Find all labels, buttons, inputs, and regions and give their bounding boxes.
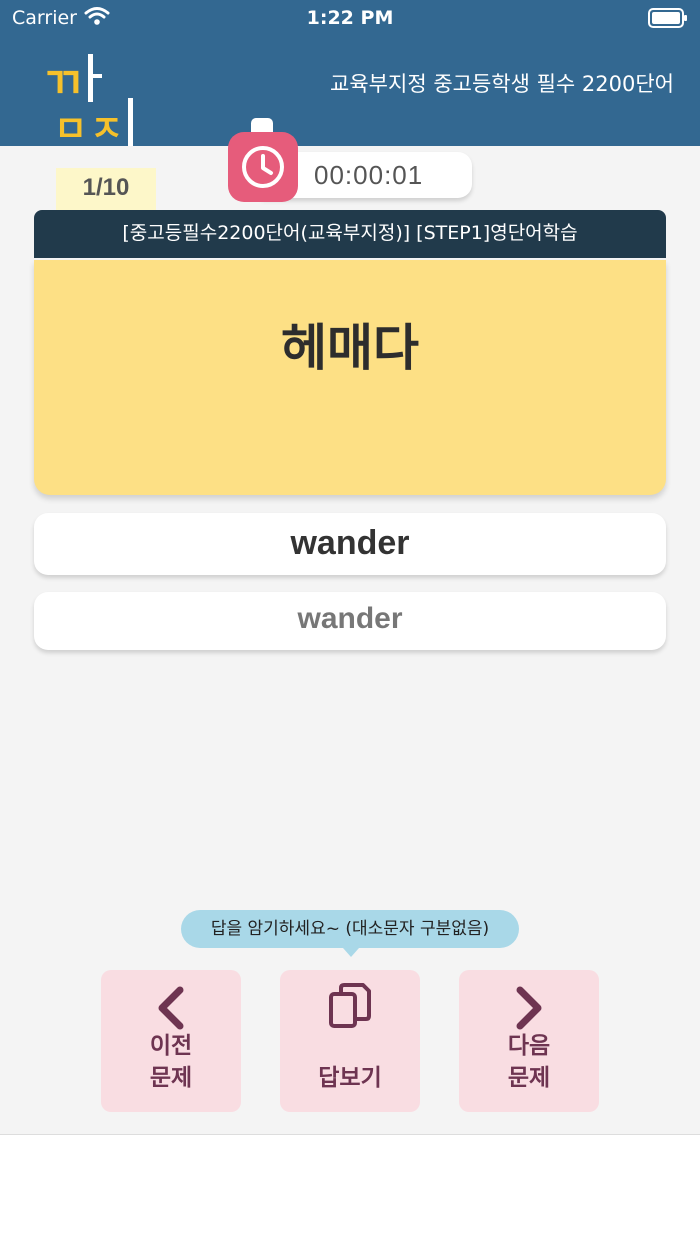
question-card: 헤매다	[34, 260, 666, 495]
prev-question-label: 이전 문제	[149, 1033, 193, 1091]
timer-value: 00:00:01	[314, 160, 424, 190]
next-question-label: 다음 문제	[507, 1033, 551, 1091]
status-time: 1:22 PM	[306, 7, 394, 29]
clock-icon	[228, 132, 298, 202]
question-counter: 1/10	[56, 168, 156, 210]
hint-tooltip: 답을 암기하세요~ (대소문자 구분없음)	[181, 910, 519, 948]
answer-input[interactable]: wander	[34, 513, 666, 575]
bottom-area	[0, 1134, 700, 1245]
svg-text:ㅈ: ㅈ	[90, 109, 123, 148]
show-answer-button[interactable]: 답보기	[280, 970, 420, 1112]
svg-text:ㅁ: ㅁ	[54, 109, 87, 148]
chevron-right-icon	[516, 986, 542, 1030]
prev-question-button[interactable]: 이전 문제	[101, 970, 241, 1112]
page-title: 교육부지정 중고등학생 필수 2200단어	[330, 72, 674, 96]
chevron-left-icon	[158, 986, 184, 1030]
question-word: 헤매다	[281, 319, 419, 377]
battery-icon	[648, 8, 688, 32]
app-logo: ㄲ ㅁ ㅈ	[40, 48, 140, 152]
status-bar: Carrier 1:22 PM	[0, 0, 700, 38]
copy-icon	[329, 983, 371, 1028]
next-question-button[interactable]: 다음 문제	[459, 970, 599, 1112]
show-answer-label: 답보기	[318, 1065, 382, 1091]
answer-reveal: wander	[34, 592, 666, 650]
svg-text:ㄲ: ㄲ	[42, 58, 82, 109]
category-title: [중고등필수2200단어(교육부지정)] [STEP1]영단어학습	[34, 210, 666, 258]
hint-tooltip-tail	[343, 948, 359, 957]
app-header: ㄲ ㅁ ㅈ 교육부지정 중고등학생 필수 2200단어	[0, 38, 700, 150]
